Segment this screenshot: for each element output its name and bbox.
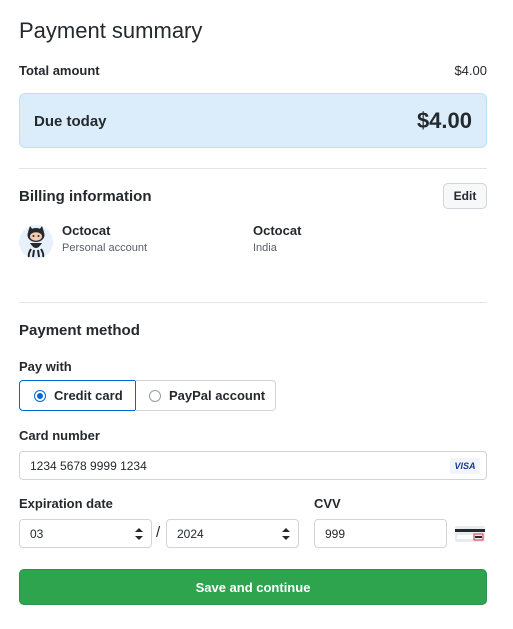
save-and-continue-button[interactable]: Save and continue: [19, 569, 487, 605]
cvv-value: 999: [325, 526, 346, 541]
billing-country: India: [253, 242, 277, 254]
radio-checked-icon: [34, 389, 46, 402]
account-type: Personal account: [62, 242, 147, 254]
total-amount-row: Total amount $4.00: [19, 63, 487, 79]
credit-card-option[interactable]: Credit card: [19, 380, 136, 411]
select-arrows-icon: [135, 528, 143, 540]
radio-unchecked-icon: [149, 389, 161, 402]
select-arrows-icon: [282, 528, 290, 540]
visa-icon: VISA: [450, 458, 480, 474]
billing-name: Octocat: [253, 223, 302, 238]
expiration-month-value: 03: [30, 526, 44, 541]
octocat-avatar-icon: [19, 222, 53, 260]
cvv-label: CVV: [314, 496, 341, 511]
expiration-date-label: Expiration date: [19, 496, 113, 511]
paypal-option[interactable]: PayPal account: [135, 380, 276, 411]
billing-information-title: Billing information: [19, 188, 152, 205]
card-number-input[interactable]: 1234 5678 9999 1234 VISA: [19, 451, 487, 480]
divider: [19, 168, 487, 169]
expiration-year-select[interactable]: 2024: [166, 519, 299, 548]
payment-method-title: Payment method: [19, 322, 140, 339]
credit-card-label: Credit card: [54, 388, 123, 403]
total-amount-label: Total amount: [19, 63, 100, 78]
card-back-icon: [455, 526, 485, 542]
edit-billing-button[interactable]: Edit: [443, 183, 487, 209]
account-name: Octocat: [62, 223, 111, 238]
card-number-value: 1234 5678 9999 1234: [30, 458, 147, 473]
expiration-separator: /: [156, 524, 161, 541]
expiration-year-value: 2024: [177, 526, 204, 541]
cvv-input[interactable]: 999: [314, 519, 447, 548]
due-today-box: Due today $4.00: [19, 93, 487, 148]
expiration-month-select[interactable]: 03: [19, 519, 152, 548]
paypal-label: PayPal account: [169, 388, 266, 403]
due-today-label: Due today: [34, 113, 107, 130]
due-today-value: $4.00: [416, 108, 472, 133]
card-number-label: Card number: [19, 428, 100, 443]
divider: [19, 302, 487, 303]
pay-with-label: Pay with: [19, 359, 72, 374]
total-amount-value: $4.00: [454, 63, 487, 78]
page-title: Payment summary: [19, 18, 203, 43]
